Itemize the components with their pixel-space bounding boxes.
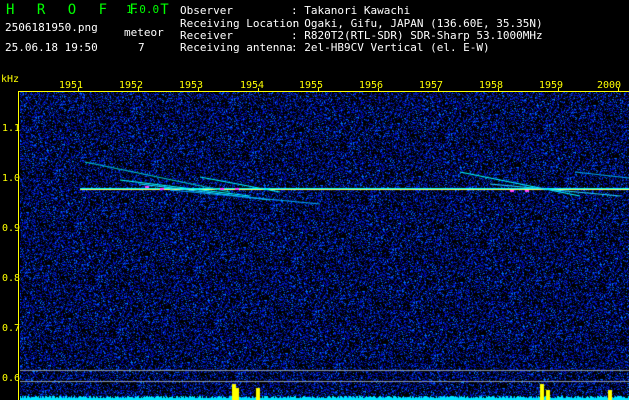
x-tick-label: 1956 <box>359 80 384 91</box>
x-tick-label: 1953 <box>179 80 204 91</box>
y-tick-label: 0.6 <box>2 373 21 384</box>
info-value-antenna: : 2el-HB9CV Vertical (el. E-W) <box>291 41 490 54</box>
y-tick-label: 0.9 <box>2 223 21 234</box>
meteor-label: meteor <box>124 26 164 39</box>
x-tick-label: 1951 <box>59 80 84 91</box>
x-tick-label: 1957 <box>419 80 444 91</box>
y-tick-label: 1.1 <box>2 123 21 134</box>
x-tick-label: 1954 <box>240 80 265 91</box>
x-tick-label: 1952 <box>119 80 144 91</box>
y-tick-label: 0.8 <box>2 273 21 284</box>
x-tick-label: 1955 <box>299 80 324 91</box>
y-tick-label: 0.7 <box>2 323 21 334</box>
app-version: 1.0.0 <box>126 3 160 16</box>
left-axis-line <box>18 91 19 400</box>
filename: 2506181950.png <box>5 21 98 34</box>
x-tick-label: 1959 <box>539 80 564 91</box>
spectrogram-plot <box>20 92 629 400</box>
y-tick-label: 1.0 <box>2 173 21 184</box>
y-axis-unit: kHz <box>1 74 20 85</box>
meteor-count: 7 <box>138 41 145 54</box>
info-key-antenna: Receiving antenna <box>180 41 293 54</box>
datetime: 25.06.18 19:50 <box>5 41 98 54</box>
info-key-observer: Observer <box>180 4 233 17</box>
info-value-observer: : Takanori Kawachi <box>291 4 411 17</box>
x-tick-label: 1958 <box>479 80 504 91</box>
